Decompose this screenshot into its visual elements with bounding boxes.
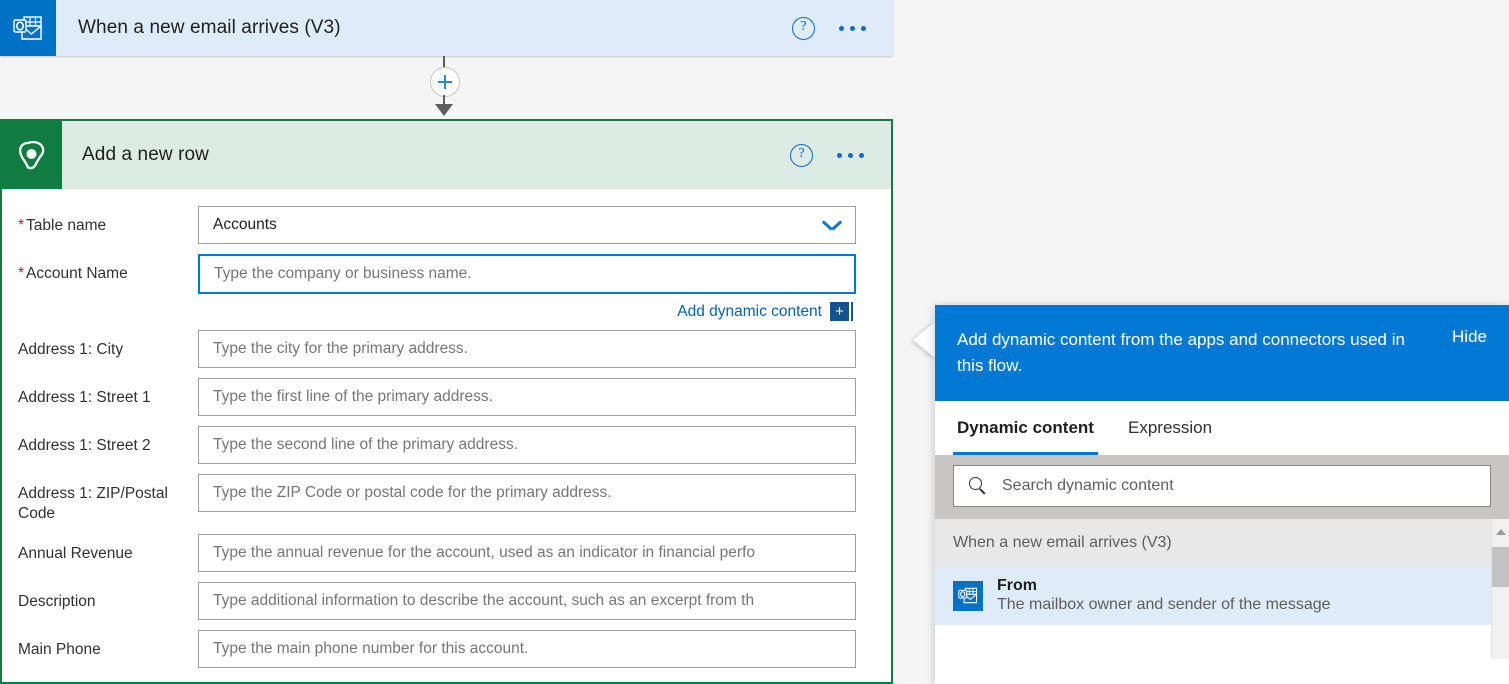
tab-expression[interactable]: Expression — [1124, 401, 1216, 455]
outlook-icon — [0, 0, 56, 56]
panel-header: Add dynamic content from the apps and co… — [935, 305, 1509, 401]
main-phone-input[interactable]: Type the main phone number for this acco… — [198, 630, 856, 668]
action-title: Add a new row — [62, 144, 790, 166]
dynamic-content-item-description: The mailbox owner and sender of the mess… — [997, 596, 1331, 614]
action-card: Add a new row ? *Table name Accounts — [0, 119, 893, 684]
form-row-table-name: *Table name Accounts — [2, 206, 891, 244]
add-dynamic-content-button[interactable]: + — [830, 302, 849, 321]
search-dynamic-content-box[interactable]: Search dynamic content — [953, 465, 1491, 507]
field-label-account-name: *Account Name — [2, 254, 198, 284]
required-marker: * — [18, 265, 24, 282]
outlook-icon — [953, 581, 983, 611]
field-label-table-name: *Table name — [2, 206, 198, 236]
field-label-address-city: Address 1: City — [2, 330, 198, 360]
flow-connector — [416, 56, 472, 122]
chevron-down-icon — [823, 220, 841, 230]
field-label-address-street1: Address 1: Street 1 — [2, 378, 198, 408]
search-input[interactable]: Search dynamic content — [1002, 477, 1174, 495]
account-name-input[interactable]: Type the company or business name. — [198, 254, 856, 294]
dataverse-icon — [2, 121, 62, 189]
form-row-annual-revenue: Annual Revenue Type the annual revenue f… — [2, 534, 891, 572]
address-street1-input[interactable]: Type the first line of the primary addre… — [198, 378, 856, 416]
action-card-header[interactable]: Add a new row ? — [2, 121, 891, 189]
panel-tabs: Dynamic content Expression — [935, 401, 1509, 455]
more-options-icon[interactable] — [835, 147, 866, 164]
hide-panel-button[interactable]: Hide — [1434, 327, 1487, 347]
action-form: *Table name Accounts *Account Name Type … — [2, 189, 891, 668]
field-label-address-street2: Address 1: Street 2 — [2, 426, 198, 456]
more-options-icon[interactable] — [837, 20, 868, 37]
plus-icon — [438, 75, 452, 89]
form-row-address-street1: Address 1: Street 1 Type the first line … — [2, 378, 891, 416]
table-name-select[interactable]: Accounts — [198, 206, 856, 244]
table-name-value: Accounts — [213, 216, 277, 234]
dynamic-content-item-text: From The mailbox owner and sender of the… — [997, 577, 1331, 614]
app-root: When a new email arrives (V3) ? — [0, 0, 1509, 684]
help-icon[interactable]: ? — [792, 17, 815, 40]
form-row-address-zip: Address 1: ZIP/Postal Code Type the ZIP … — [2, 474, 891, 524]
form-row-address-city: Address 1: City Type the city for the pr… — [2, 330, 891, 368]
form-row-main-phone: Main Phone Type the main phone number fo… — [2, 630, 891, 668]
trigger-actions: ? — [792, 17, 893, 40]
trigger-title: When a new email arrives (V3) — [56, 17, 792, 39]
panel-scrollbar[interactable] — [1491, 519, 1509, 659]
description-input[interactable]: Type additional information to describe … — [198, 582, 856, 620]
trigger-card[interactable]: When a new email arrives (V3) ? — [0, 0, 893, 56]
scroll-up-arrow-icon[interactable] — [1496, 529, 1506, 535]
dynamic-content-item-name: From — [997, 577, 1331, 595]
address-street2-input[interactable]: Type the second line of the primary addr… — [198, 426, 856, 464]
dynamic-content-list: When a new email arrives (V3) — [935, 519, 1509, 659]
help-icon[interactable]: ? — [790, 144, 813, 167]
insert-step-button[interactable] — [430, 67, 460, 97]
field-label-address-zip: Address 1: ZIP/Postal Code — [2, 474, 198, 524]
dynamic-content-group-title: When a new email arrives (V3) — [935, 519, 1509, 568]
panel-header-text: Add dynamic content from the apps and co… — [957, 327, 1417, 379]
form-row-description: Description Type additional information … — [2, 582, 891, 620]
search-icon — [968, 476, 988, 496]
flow-canvas: When a new email arrives (V3) ? — [0, 0, 905, 684]
panel-search-area: Search dynamic content — [935, 455, 1509, 519]
field-label-main-phone: Main Phone — [2, 630, 198, 660]
address-city-input[interactable]: Type the city for the primary address. — [198, 330, 856, 368]
form-row-account-name: *Account Name Type the company or busine… — [2, 254, 891, 294]
field-label-annual-revenue: Annual Revenue — [2, 534, 198, 564]
required-marker: * — [18, 217, 24, 234]
tab-dynamic-content[interactable]: Dynamic content — [953, 401, 1098, 455]
field-label-description: Description — [2, 582, 198, 612]
arrow-down-icon — [435, 104, 453, 116]
dynamic-content-item-from[interactable]: From The mailbox owner and sender of the… — [935, 568, 1509, 625]
add-dynamic-content-row: Add dynamic content + — [2, 302, 872, 321]
panel-callout-arrow — [913, 322, 935, 358]
scrollbar-thumb[interactable] — [1492, 547, 1509, 587]
dynamic-content-panel: Add dynamic content from the apps and co… — [935, 305, 1509, 684]
address-zip-input[interactable]: Type the ZIP Code or postal code for the… — [198, 474, 856, 512]
annual-revenue-input[interactable]: Type the annual revenue for the account,… — [198, 534, 856, 572]
action-actions: ? — [790, 144, 891, 167]
form-row-address-street2: Address 1: Street 2 Type the second line… — [2, 426, 891, 464]
add-dynamic-content-link[interactable]: Add dynamic content — [677, 303, 822, 321]
